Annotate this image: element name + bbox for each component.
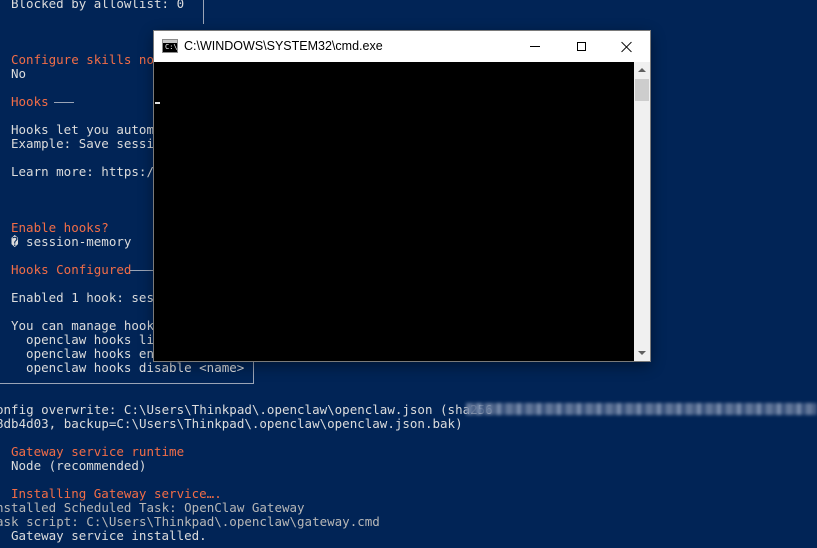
cmd-window[interactable]: C:\_ C:\WINDOWS\SYSTEM32\cmd.exe — [154, 31, 650, 361]
scroll-up-button[interactable] — [634, 62, 650, 78]
console-line-service-installed: Gateway service installed. — [11, 528, 207, 543]
title-bar[interactable]: C:\_ C:\WINDOWS\SYSTEM32\cmd.exe — [154, 31, 650, 62]
console-line-enabled-hook: Enabled 1 hook: sess — [11, 290, 162, 305]
text-cursor — [155, 102, 160, 104]
section-divider — [0, 383, 254, 384]
console-line-installed-task: nstalled Scheduled Task: OpenClaw Gatewa… — [0, 500, 305, 515]
console-line-hooks-disable: openclaw hooks disable <name> — [11, 360, 245, 375]
maximize-button[interactable] — [558, 31, 604, 62]
console-prompt-configure-skills: Configure skills now? — [11, 52, 170, 67]
redacted-hash — [466, 403, 817, 415]
minimize-icon — [530, 46, 540, 47]
console-line-session-memory: � session-memory — [11, 234, 132, 249]
vertical-scrollbar[interactable] — [634, 62, 650, 361]
console-line-hooks-list: openclaw hooks lis — [11, 332, 162, 347]
console-answer-node: Node (recommended) — [11, 458, 147, 473]
section-divider — [54, 102, 74, 103]
console-line-manage-hooks: You can manage hooks — [11, 318, 162, 333]
console-line-learn-more: Learn more: https:// — [11, 164, 162, 179]
console-line-hooks-let: Hooks let you automa — [11, 122, 162, 137]
close-button[interactable] — [604, 31, 650, 62]
minimize-button[interactable] — [512, 31, 558, 62]
close-icon — [621, 41, 633, 53]
console-app-icon[interactable]: C:\_ — [162, 39, 182, 53]
console-line-backup: 8db4d03, backup=C:\Users\Thinkpad\.openc… — [0, 416, 463, 431]
console-line-installing: Installing Gateway service…. — [11, 486, 222, 501]
cmd-console-area[interactable] — [154, 62, 634, 361]
maximize-icon — [576, 42, 586, 51]
console-prompt-enable-hooks: Enable hooks? — [11, 220, 109, 235]
console-line-config-overwrite: onfig overwrite: C:\Users\Thinkpad\.open… — [0, 402, 493, 417]
scroll-thumb[interactable] — [635, 79, 649, 101]
console-line-blocked: Blocked by allowlist: 0 — [11, 0, 185, 11]
arrow-down-icon — [638, 351, 646, 355]
console-prompt-gateway-runtime: Gateway service runtime — [11, 444, 185, 459]
section-divider — [253, 361, 254, 383]
console-line-example: Example: Save sessio — [11, 136, 162, 151]
arrow-up-icon — [638, 68, 646, 72]
console-section-hooks-configured: Hooks Configured — [11, 262, 132, 277]
section-divider — [203, 0, 204, 24]
scroll-down-button[interactable] — [634, 345, 650, 361]
console-line-task-script: ask script: C:\Users\Thinkpad\.openclaw\… — [0, 514, 380, 529]
console-section-hooks: Hooks — [11, 94, 49, 109]
section-divider — [130, 270, 154, 271]
console-line-hooks-enable: openclaw hooks ena — [11, 346, 162, 361]
window-title: C:\WINDOWS\SYSTEM32\cmd.exe — [184, 39, 383, 53]
console-answer-no: No — [11, 66, 27, 81]
